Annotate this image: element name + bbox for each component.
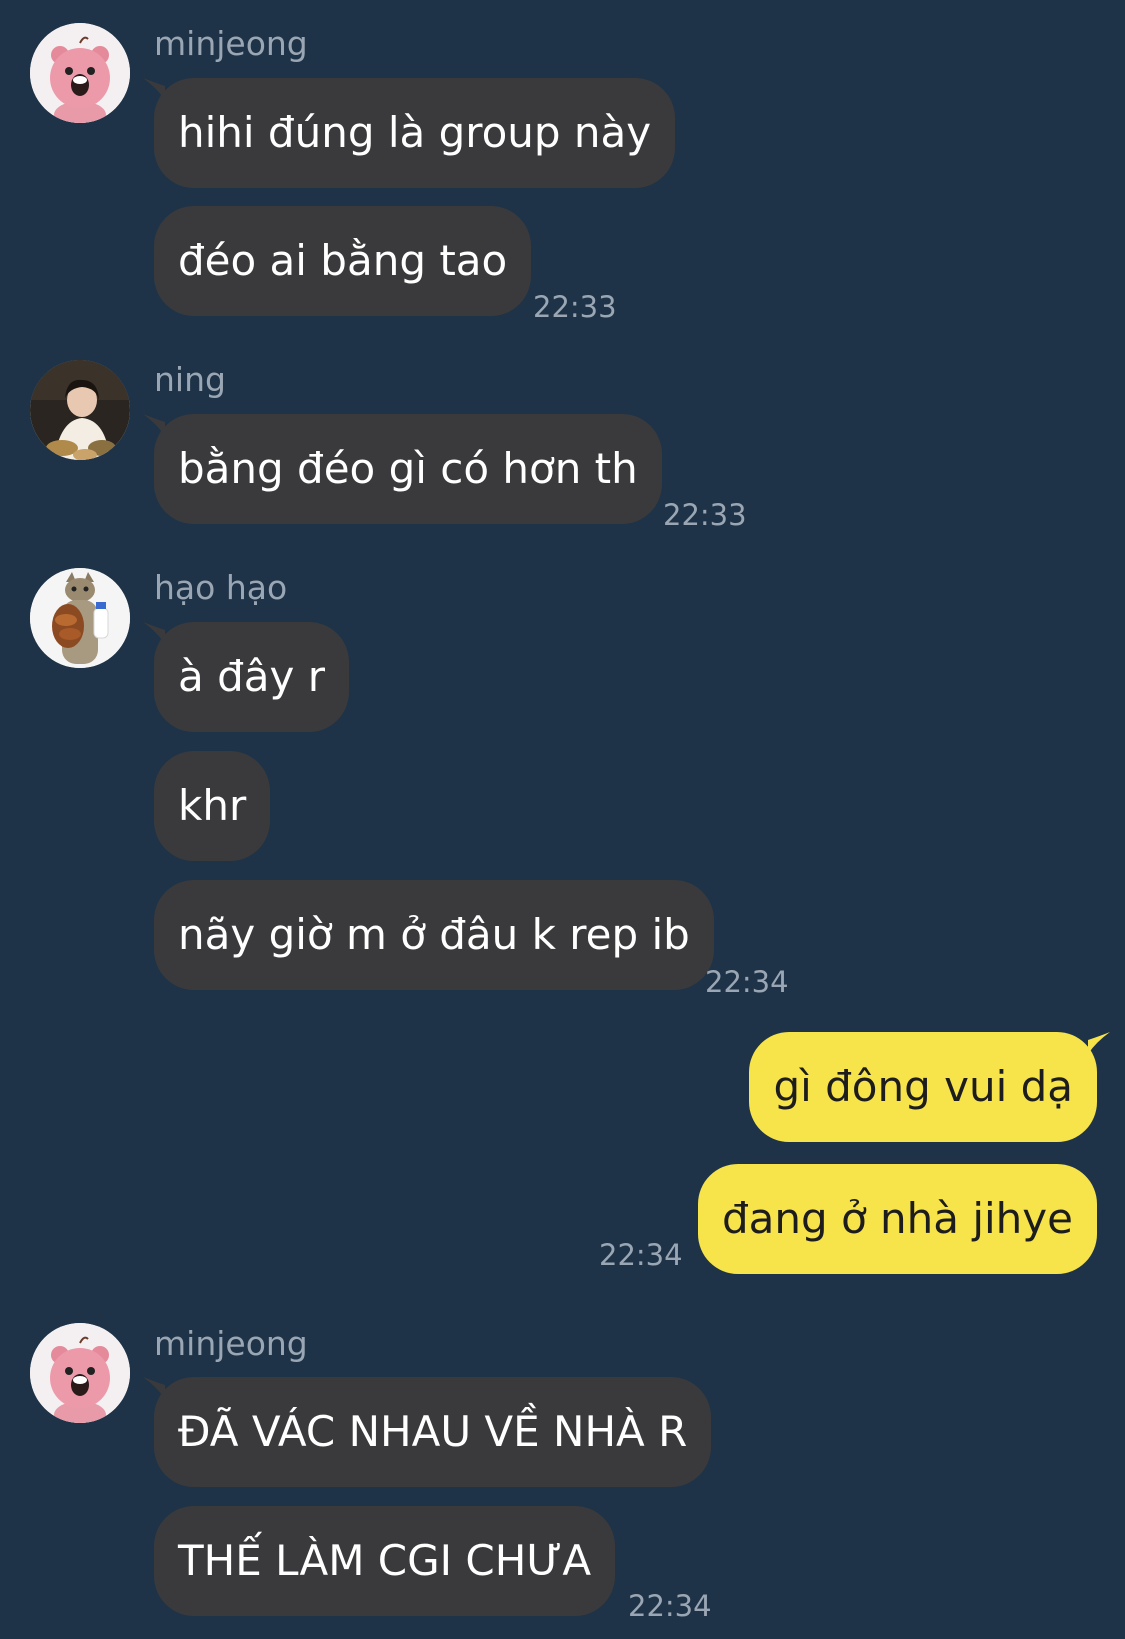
message-bubble[interactable]: à đây r: [154, 622, 349, 732]
message-bubble-outgoing[interactable]: gì đông vui dạ: [749, 1032, 1097, 1142]
message-timestamp: 22:34: [599, 1238, 683, 1272]
sender-avatar-minjeong[interactable]: [30, 23, 130, 123]
sender-name: minjeong: [154, 24, 308, 63]
message-timestamp: 22:33: [533, 290, 617, 324]
cat-avatar-icon: [30, 568, 130, 668]
message-timestamp: 22:34: [628, 1589, 712, 1623]
message-bubble-outgoing[interactable]: đang ở nhà jihye: [697, 1164, 1097, 1274]
message-timestamp: 22:34: [705, 965, 789, 999]
message-timestamp: 22:33: [663, 498, 747, 532]
message-bubble[interactable]: THẾ LÀM CGI CHƯA: [154, 1506, 616, 1616]
sender-name: minjeong: [154, 1324, 308, 1363]
sender-avatar-ning[interactable]: [30, 360, 130, 460]
chat-view: minjeong hihi đúng là group này đéo ai b…: [0, 0, 1125, 1639]
message-bubble[interactable]: bằng đéo gì có hơn th: [154, 414, 662, 524]
message-bubble[interactable]: nãy giờ m ở đâu k rep ib: [154, 880, 714, 990]
sender-name: ning: [154, 360, 226, 399]
pink-beaver-avatar-icon: [30, 23, 130, 123]
message-bubble[interactable]: khr: [154, 751, 271, 861]
sender-name: hạo hạo: [154, 568, 288, 607]
sender-avatar-hao-hao[interactable]: [30, 568, 130, 668]
message-bubble[interactable]: ĐÃ VÁC NHAU VỀ NHÀ R: [154, 1377, 712, 1487]
message-bubble[interactable]: đéo ai bằng tao: [154, 206, 532, 316]
message-bubble[interactable]: hihi đúng là group này: [154, 78, 676, 188]
pink-beaver-avatar-icon: [30, 1323, 130, 1423]
photo-avatar-icon: [30, 360, 130, 460]
sender-avatar-minjeong[interactable]: [30, 1323, 130, 1423]
